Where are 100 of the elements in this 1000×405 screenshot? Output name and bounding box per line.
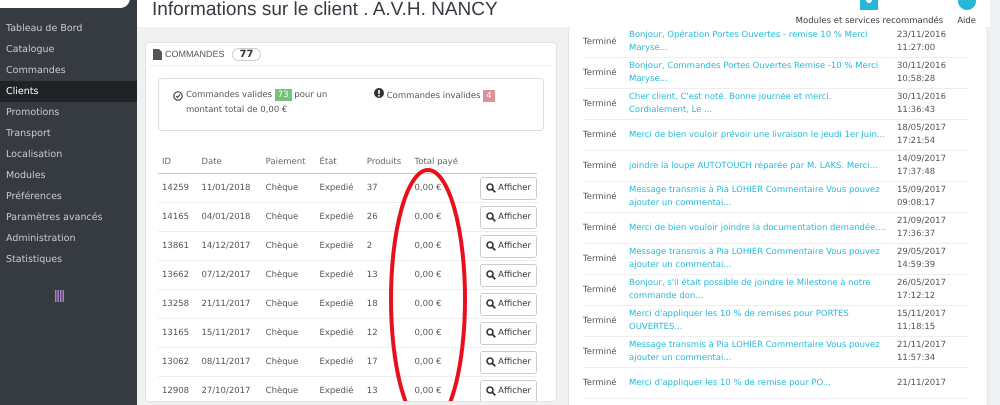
table-cell: 13062: [162, 357, 190, 367]
collapse-icon[interactable]: [55, 290, 64, 302]
column-header: Produits: [366, 157, 402, 167]
order-count: 77: [232, 48, 262, 60]
view-button[interactable]: Afficher: [480, 206, 537, 228]
status-text: Terminé: [583, 99, 618, 109]
message-date: 15/09/2017: [897, 184, 946, 197]
table-cell: 13: [366, 386, 378, 396]
table-cell: 13861: [162, 241, 190, 251]
message-date: 18/05/2017: [897, 122, 946, 135]
table-cell: Chèque: [266, 299, 298, 309]
view-button[interactable]: Afficher: [480, 292, 537, 316]
table-cell: 37: [366, 183, 378, 193]
table-cell: 12908: [162, 386, 190, 396]
sidebar-item[interactable]: Administration: [0, 228, 137, 249]
table-cell: 18: [366, 299, 378, 309]
table-cell: Chèque: [266, 270, 298, 280]
column-header: Total payé: [414, 157, 458, 167]
status-text: Terminé: [583, 130, 618, 140]
table-cell: Chèque: [266, 357, 298, 367]
table-cell: Chèque: [266, 386, 298, 396]
column-header: Date: [201, 157, 222, 167]
toolbar-button[interactable]: Aide: [957, 0, 976, 27]
table-cell: 26: [366, 212, 378, 222]
table-cell: 0,00 €: [414, 299, 442, 309]
column-header: Paiement: [266, 157, 306, 167]
sidebar-item[interactable]: Statistiques: [0, 249, 137, 270]
message-date: 15/11/2017: [897, 308, 946, 321]
message-date: 30/11/2016: [897, 91, 946, 104]
status-text: Terminé: [583, 285, 618, 295]
toolbar-button[interactable]: Modules et services recommandés: [796, 0, 944, 27]
message-date: 29/05/2017: [897, 246, 946, 259]
sidebar-item[interactable]: Commandes: [0, 60, 137, 81]
status-text: Terminé: [583, 223, 618, 233]
table-cell: Chèque: [266, 212, 298, 222]
column-header: État: [319, 157, 337, 167]
status-text: Terminé: [583, 347, 618, 357]
message-time: 09:08:17: [897, 197, 936, 210]
table-cell: 12: [366, 328, 378, 338]
document-icon: [153, 48, 162, 60]
table-cell: 07/12/2017: [201, 270, 250, 280]
table-cell: Expedié: [319, 299, 354, 309]
sidebar-item[interactable]: Modules: [0, 165, 137, 186]
message-time: 11:57:34: [897, 352, 936, 365]
status-text: Terminé: [583, 161, 618, 171]
message-date: 21/09/2017: [897, 215, 946, 228]
table-cell: 21/11/2017: [201, 299, 250, 309]
message-time: 17:21:54: [897, 135, 936, 148]
view-button[interactable]: Afficher: [480, 234, 537, 258]
table-cell: 08/11/2017: [201, 357, 250, 367]
table-cell: 04/01/2018: [201, 212, 250, 222]
message-time: 11:18:15: [897, 321, 936, 334]
table-cell: 14259: [162, 183, 190, 193]
table-cell: Chèque: [266, 241, 298, 251]
table-cell: Expedié: [319, 386, 354, 396]
message-date: 23/11/2016: [897, 29, 946, 42]
sidebar-item[interactable]: Localisation: [0, 144, 137, 165]
column-header: ID: [162, 157, 172, 167]
view-button[interactable]: Afficher: [480, 322, 537, 344]
invalid-count: 4: [483, 90, 495, 102]
table-cell: Expedié: [319, 212, 354, 222]
message-date: 21/11/2017: [897, 376, 946, 390]
help-icon: [958, 0, 976, 10]
table-cell: 0,00 €: [414, 386, 442, 396]
search-icon: [486, 357, 496, 367]
sidebar-item[interactable]: Promotions: [0, 102, 137, 123]
view-button[interactable]: Afficher: [480, 380, 537, 401]
table-cell: 0,00 €: [414, 241, 442, 251]
table-cell: 13662: [162, 270, 190, 280]
table-cell: 11/01/2018: [201, 183, 250, 193]
table-cell: Expedié: [319, 183, 354, 193]
table-cell: Chèque: [266, 183, 298, 193]
sidebar-item[interactable]: Transport: [0, 123, 137, 144]
message-time: 17:36:37: [897, 228, 936, 241]
table-cell: 13258: [162, 299, 190, 309]
table-cell: Expedié: [319, 357, 354, 367]
message-time: 11:27:00: [897, 42, 936, 55]
view-button[interactable]: Afficher: [480, 350, 537, 374]
table-cell: Expedié: [319, 270, 354, 280]
puzzle-icon: [860, 0, 878, 10]
table-cell: 0,00 €: [414, 183, 442, 193]
message-time: 17:12:12: [897, 290, 936, 303]
sidebar-item[interactable]: Tableau de Bord: [0, 18, 137, 39]
check-circle-icon: [173, 91, 183, 101]
message-time: 11:36:43: [897, 104, 936, 117]
sidebar-item[interactable]: Clients: [0, 81, 137, 102]
sidebar-item[interactable]: Catalogue: [0, 39, 137, 60]
table-cell: 14165: [162, 212, 190, 222]
table-cell: 13: [366, 270, 378, 280]
sidebar-item[interactable]: Préférences: [0, 186, 137, 207]
view-button[interactable]: Afficher: [480, 264, 537, 286]
table-cell: 27/10/2017: [201, 386, 250, 396]
table-cell: 0,00 €: [414, 357, 442, 367]
message-time: 14:59:39: [897, 259, 936, 272]
view-button[interactable]: Afficher: [480, 176, 537, 200]
message-date: 14/09/2017: [897, 153, 946, 166]
invalid-orders-label: Commandes invalides: [386, 91, 481, 101]
valid-orders-text: Commandes valides 73 pour un montant total de 0,00 €: [186, 88, 328, 117]
sidebar-item[interactable]: Paramètres avancés: [0, 207, 137, 228]
table-cell: Expedié: [319, 328, 354, 338]
